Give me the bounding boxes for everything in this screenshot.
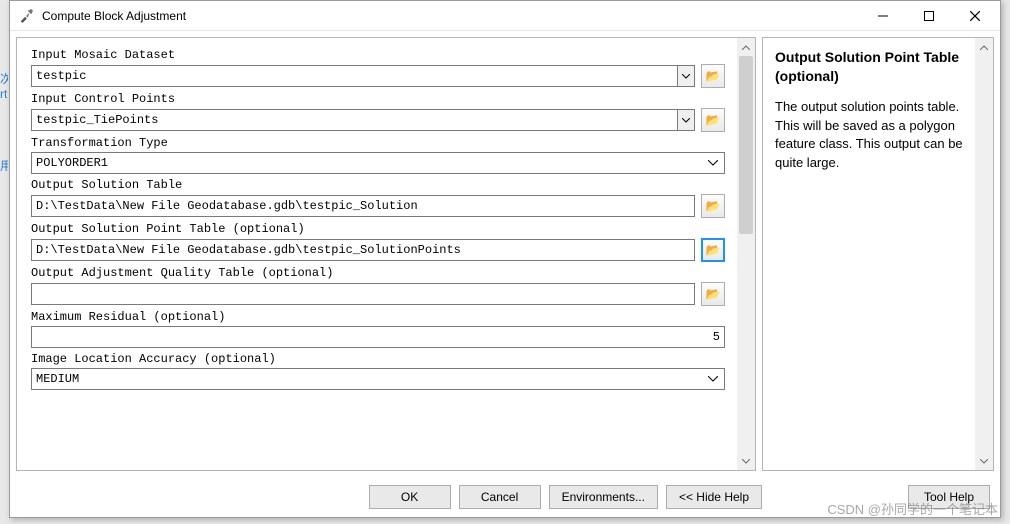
- help-title: Output Solution Point Table (optional): [775, 48, 967, 86]
- tool-help-button[interactable]: Tool Help: [908, 485, 990, 509]
- chevron-down-icon[interactable]: [677, 65, 695, 87]
- image-accuracy-label: Image Location Accuracy (optional): [31, 352, 725, 366]
- window-controls: [860, 2, 998, 30]
- content-area: Input Mosaic Dataset 📂 Input Control Poi…: [10, 31, 1000, 477]
- window-title: Compute Block Adjustment: [42, 9, 860, 23]
- browse-mosaic-button[interactable]: 📂: [701, 64, 725, 88]
- ok-button[interactable]: OK: [369, 485, 451, 509]
- control-points-label: Input Control Points: [31, 92, 725, 106]
- scroll-up-icon[interactable]: [975, 38, 993, 56]
- scroll-down-icon[interactable]: [737, 452, 755, 470]
- browse-output-solution-button[interactable]: 📂: [701, 194, 725, 218]
- parameters-form: Input Mosaic Dataset 📂 Input Control Poi…: [17, 38, 737, 470]
- title-bar: Compute Block Adjustment: [10, 1, 1000, 31]
- output-solution-point-label: Output Solution Point Table (optional): [31, 222, 725, 236]
- transformation-type-select[interactable]: POLYORDER1: [31, 152, 725, 174]
- dialog-window: Compute Block Adjustment Input Mosaic Da…: [9, 0, 1001, 518]
- output-solution-point-field[interactable]: [31, 239, 695, 261]
- parameters-panel: Input Mosaic Dataset 📂 Input Control Poi…: [16, 37, 756, 471]
- output-solution-label: Output Solution Table: [31, 178, 725, 192]
- output-quality-label: Output Adjustment Quality Table (optiona…: [31, 266, 725, 280]
- close-button[interactable]: [952, 2, 998, 30]
- hammer-icon: [18, 8, 34, 24]
- scroll-up-icon[interactable]: [737, 38, 755, 56]
- scroll-track[interactable]: [975, 56, 993, 452]
- folder-icon: 📂: [706, 243, 721, 258]
- browse-control-points-button[interactable]: 📂: [701, 108, 725, 132]
- folder-icon: 📂: [706, 287, 721, 302]
- chevron-down-icon[interactable]: [677, 109, 695, 131]
- mosaic-dataset-label: Input Mosaic Dataset: [31, 48, 725, 62]
- browse-output-quality-button[interactable]: 📂: [701, 282, 725, 306]
- folder-icon: 📂: [706, 113, 721, 128]
- help-panel: Output Solution Point Table (optional) T…: [762, 37, 994, 471]
- control-points-input[interactable]: [31, 109, 695, 131]
- control-points-field[interactable]: [31, 109, 677, 131]
- help-text: The output solution points table. This w…: [775, 98, 967, 173]
- folder-icon: 📂: [706, 199, 721, 214]
- mosaic-dataset-input[interactable]: [31, 65, 695, 87]
- folder-icon: 📂: [706, 69, 721, 84]
- cancel-button[interactable]: Cancel: [459, 485, 541, 509]
- output-quality-field[interactable]: [31, 283, 695, 305]
- scroll-track[interactable]: [737, 56, 755, 452]
- button-bar: OK Cancel Environments... << Hide Help T…: [10, 477, 1000, 517]
- maximize-button[interactable]: [906, 2, 952, 30]
- minimize-button[interactable]: [860, 2, 906, 30]
- browse-output-solution-point-button[interactable]: 📂: [701, 238, 725, 262]
- hide-help-button[interactable]: << Hide Help: [666, 485, 762, 509]
- output-solution-field[interactable]: [31, 195, 695, 217]
- max-residual-field[interactable]: [31, 326, 725, 348]
- background-fragment: 次rt用: [0, 70, 8, 270]
- help-scrollbar[interactable]: [975, 38, 993, 470]
- parameters-scrollbar[interactable]: [737, 38, 755, 470]
- transformation-type-label: Transformation Type: [31, 136, 725, 150]
- environments-button[interactable]: Environments...: [549, 485, 658, 509]
- mosaic-dataset-field[interactable]: [31, 65, 677, 87]
- image-accuracy-select[interactable]: MEDIUM: [31, 368, 725, 390]
- scroll-down-icon[interactable]: [975, 452, 993, 470]
- scroll-thumb[interactable]: [739, 56, 753, 234]
- max-residual-label: Maximum Residual (optional): [31, 310, 725, 324]
